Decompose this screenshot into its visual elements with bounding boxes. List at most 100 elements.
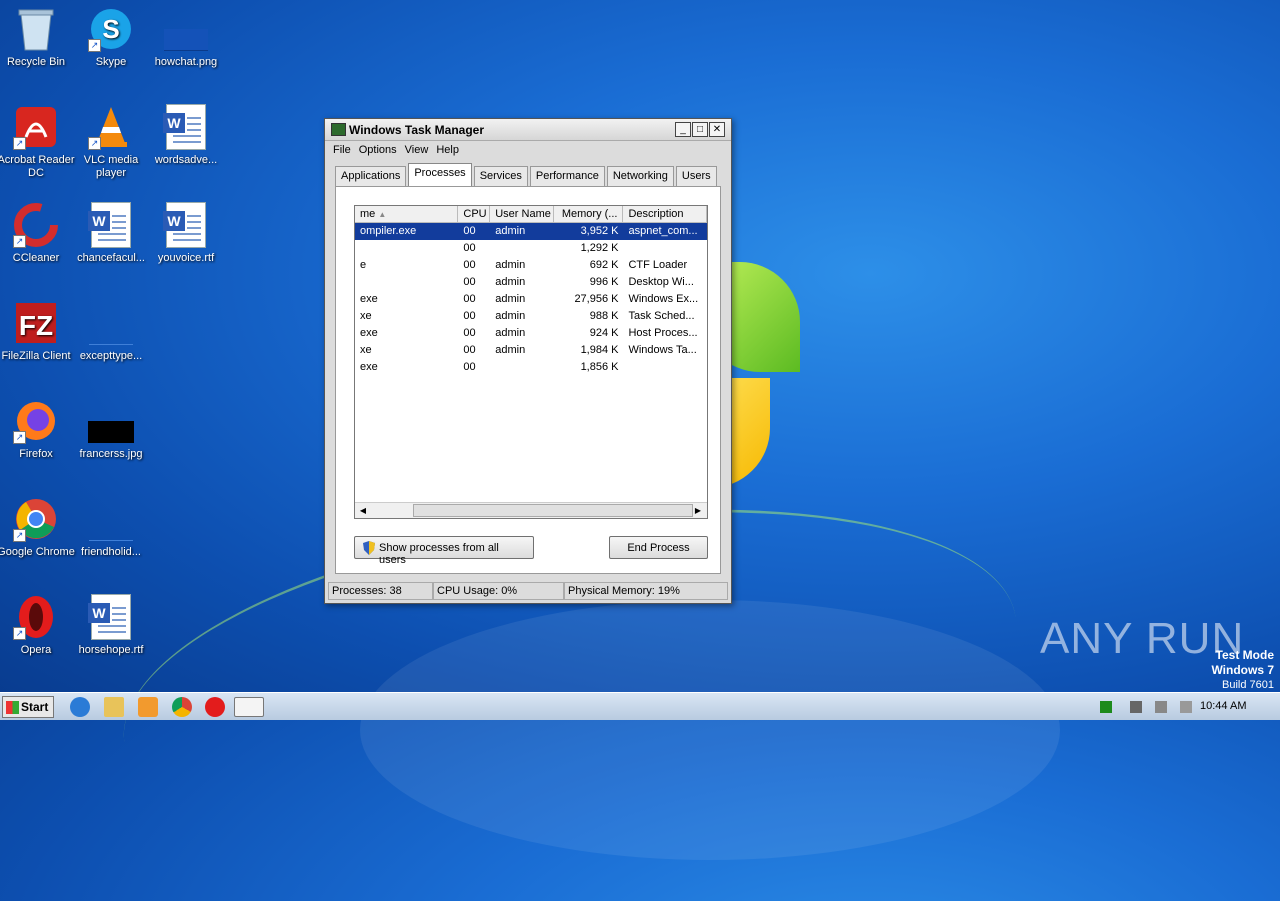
end-process-button[interactable]: End Process (609, 536, 708, 559)
image-file-icon (163, 6, 209, 52)
process-list-header: me ▲ CPU User Name Memory (... Descripti… (355, 206, 707, 223)
column-description[interactable]: Description (623, 206, 707, 222)
start-button[interactable]: Start (2, 696, 54, 718)
opera-icon: ↗ (13, 594, 59, 640)
sort-arrow-icon: ▲ (378, 210, 387, 219)
process-user: admin (495, 259, 526, 271)
column-cpu[interactable]: CPU (458, 206, 491, 222)
file-explorer-icon[interactable] (104, 697, 124, 717)
skype-icon: S ↗ (88, 6, 134, 52)
process-memory: 1,292 K (580, 242, 619, 254)
process-row[interactable]: 00 admin 996 K Desktop Wi... (355, 274, 707, 291)
desktop-icon-youvoice[interactable]: W youvoice.rtf (146, 202, 226, 265)
horizontal-scrollbar[interactable]: ◀ ▶ (355, 502, 707, 518)
maximize-button[interactable]: □ (692, 122, 708, 137)
desktop-icon-friendholid[interactable]: friendholid... (71, 496, 151, 559)
process-description: Task Sched... (628, 310, 695, 322)
column-memory[interactable]: Memory (... (554, 206, 624, 222)
desktop-icon-opera[interactable]: ↗ Opera (0, 594, 76, 657)
internet-explorer-icon[interactable] (70, 697, 90, 717)
minimize-button[interactable]: _ (675, 122, 691, 137)
process-description (623, 359, 707, 376)
processes-panel: me ▲ CPU User Name Memory (... Descripti… (335, 186, 721, 574)
process-cpu: 00 (463, 327, 476, 339)
acrobat-icon: ↗ (13, 104, 59, 150)
process-user: admin (495, 276, 526, 288)
windows-flag-icon (6, 701, 19, 714)
status-cpu: CPU Usage: 0% (433, 582, 564, 600)
desktop-icon-acrobat[interactable]: ↗ Acrobat Reader DC (0, 104, 76, 180)
process-row[interactable]: 00 1,292 K (355, 240, 707, 257)
tab-services[interactable]: Services (473, 166, 528, 186)
menu-options[interactable]: Options (357, 141, 403, 159)
process-user: admin (495, 293, 526, 305)
desktop-icon-skype[interactable]: S ↗ Skype (71, 6, 151, 69)
process-rows: ompiler.exe 00 admin 3,952 K aspnet_com... 00… (355, 223, 707, 376)
menu-view[interactable]: View (403, 141, 435, 159)
menu-file[interactable]: File (331, 141, 357, 159)
title-bar[interactable]: Windows Task Manager _ □ ✕ (325, 119, 731, 141)
volume-tray-icon[interactable] (1130, 701, 1142, 713)
desktop-icon-francerss[interactable]: francerss.jpg (71, 398, 151, 461)
window-title: Windows Task Manager (349, 123, 485, 137)
tab-performance[interactable]: Performance (529, 166, 605, 186)
desktop-icon-howchat[interactable]: howchat.png (146, 6, 226, 69)
process-cpu: 00 (463, 361, 476, 373)
desktop-icon-chancefacul[interactable]: W chancefacul... (71, 202, 151, 265)
process-cpu: 00 (463, 225, 476, 237)
network-tray-icon[interactable] (1100, 701, 1112, 713)
desktop-icon-vlc[interactable]: ↗ VLC media player (71, 104, 151, 180)
process-row[interactable]: e 00 admin 692 K CTF Loader (355, 257, 707, 274)
opera-taskbar-icon[interactable] (205, 697, 225, 717)
process-memory: 1,856 K (580, 361, 619, 373)
desktop-icon-chrome[interactable]: ↗ Google Chrome (0, 496, 76, 559)
tab-networking[interactable]: Networking (606, 166, 674, 186)
test-mode-notice: Test Mode Windows 7 Build 7601 (1211, 648, 1274, 691)
desktop-icon-excepttype[interactable]: excepttype... (71, 300, 151, 363)
task-manager-taskbar-button[interactable] (234, 697, 264, 717)
desktop-icon-firefox[interactable]: ↗ Firefox (0, 398, 76, 461)
process-row[interactable]: exe 00 1,856 K (355, 359, 707, 376)
clock[interactable]: 10:44 AM (1200, 700, 1246, 712)
uac-shield-icon (363, 541, 375, 558)
desktop-icon-horsehope[interactable]: W horsehope.rtf (71, 594, 151, 657)
action-center-icon[interactable] (1180, 701, 1192, 713)
desktop-icon-recycle-bin[interactable]: Recycle Bin (0, 6, 76, 69)
tab-applications[interactable]: Applications (335, 166, 407, 186)
process-cpu: 00 (463, 293, 476, 305)
process-row[interactable]: exe 00 admin 924 K Host Proces... (355, 325, 707, 342)
shortcut-arrow-icon: ↗ (13, 235, 26, 248)
file-icon (88, 496, 134, 542)
close-button[interactable]: ✕ (709, 122, 725, 137)
process-row[interactable]: exe 00 admin 27,956 K Windows Ex... (355, 291, 707, 308)
desktop-icon-ccleaner[interactable]: ↗ CCleaner (0, 202, 76, 265)
chrome-taskbar-icon[interactable] (172, 697, 192, 717)
firefox-icon: ↗ (13, 398, 59, 444)
process-name: exe (360, 293, 378, 305)
scroll-thumb[interactable] (413, 504, 693, 517)
tab-processes[interactable]: Processes (408, 163, 472, 186)
task-manager-icon (331, 123, 346, 136)
menu-help[interactable]: Help (434, 141, 465, 159)
chrome-icon: ↗ (13, 496, 59, 542)
process-name: xe (360, 344, 372, 356)
column-image-name[interactable]: me ▲ (355, 206, 459, 222)
process-cpu: 00 (463, 259, 476, 271)
filezilla-icon: FZ (13, 300, 59, 346)
process-name: exe (360, 327, 378, 339)
column-user-name[interactable]: User Name (490, 206, 554, 222)
image-file-icon (88, 398, 134, 444)
process-list[interactable]: me ▲ CPU User Name Memory (... Descripti… (354, 205, 708, 519)
word-doc-icon: W (163, 104, 209, 150)
tab-users[interactable]: Users (675, 166, 717, 186)
desktop-icon-filezilla[interactable]: FZ FileZilla Client (0, 300, 76, 363)
media-player-icon[interactable] (138, 697, 158, 717)
desktop-icon-wordsadve[interactable]: W wordsadve... (146, 104, 226, 167)
process-row[interactable]: ompiler.exe 00 admin 3,952 K aspnet_com... (355, 223, 707, 240)
show-all-processes-button[interactable]: Show processes from all users (354, 536, 534, 566)
process-row[interactable]: xe 00 admin 1,984 K Windows Ta... (355, 342, 707, 359)
scroll-right-icon[interactable]: ▶ (691, 504, 705, 517)
scroll-left-icon[interactable]: ◀ (356, 504, 370, 517)
process-row[interactable]: xe 00 admin 988 K Task Sched... (355, 308, 707, 325)
monitor-tray-icon[interactable] (1155, 701, 1167, 713)
